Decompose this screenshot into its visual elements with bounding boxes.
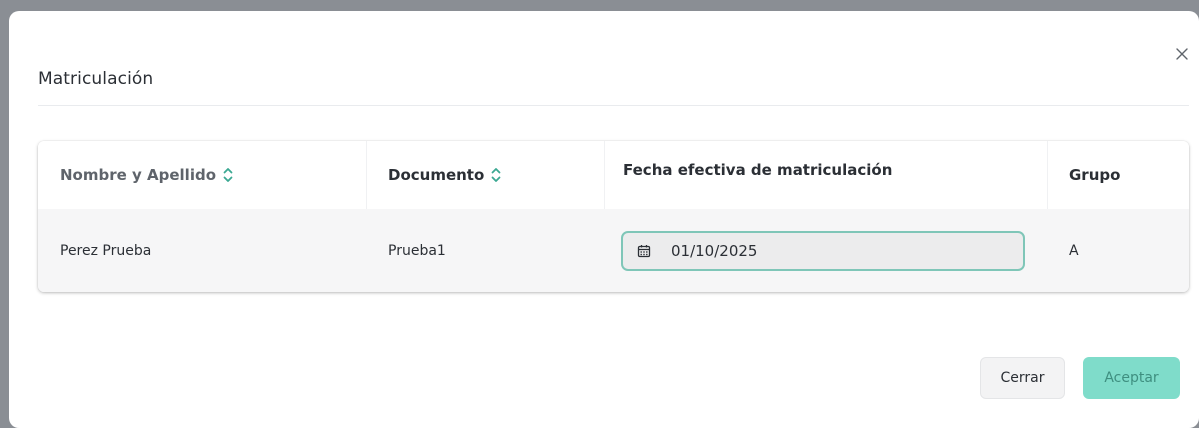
sort-icon[interactable] xyxy=(222,166,234,184)
modal-title: Matriculación xyxy=(38,69,154,89)
enrollment-date-value: 01/10/2025 xyxy=(671,241,758,260)
sort-icon[interactable] xyxy=(490,166,502,184)
enrollment-modal: Matriculación Nombre y Apellido Document… xyxy=(9,11,1199,428)
enrollment-date-input[interactable]: 01/10/2025 xyxy=(621,230,1025,271)
enrollment-table: Nombre y Apellido Documento Fecha efecti… xyxy=(38,141,1189,292)
cancel-button[interactable]: Cerrar xyxy=(980,357,1065,399)
column-header-name[interactable]: Nombre y Apellido xyxy=(38,141,367,209)
cell-group: A xyxy=(1069,242,1079,259)
cell-date: 01/10/2025 xyxy=(605,209,1048,292)
table-header: Nombre y Apellido Documento Fecha efecti… xyxy=(38,141,1189,209)
column-header-document-label: Documento xyxy=(388,166,485,184)
close-button[interactable] xyxy=(1172,44,1192,64)
calendar-icon[interactable] xyxy=(637,244,651,258)
cell-name: Perez Prueba xyxy=(60,242,152,259)
column-header-date: Fecha efectiva de matriculación xyxy=(605,141,1048,209)
column-header-group: Grupo xyxy=(1048,141,1189,209)
column-header-group-label: Grupo xyxy=(1069,166,1121,184)
accept-button[interactable]: Aceptar xyxy=(1083,357,1180,399)
cell-document: Prueba1 xyxy=(388,242,446,259)
column-header-document[interactable]: Documento xyxy=(367,141,605,209)
column-header-date-label: Fecha efectiva de matriculación xyxy=(623,161,893,179)
table-row: Perez Prueba Prueba1 01/10/2025 A xyxy=(38,209,1189,292)
close-icon[interactable] xyxy=(1176,48,1188,60)
title-divider xyxy=(38,105,1189,106)
column-header-name-label: Nombre y Apellido xyxy=(60,166,217,184)
